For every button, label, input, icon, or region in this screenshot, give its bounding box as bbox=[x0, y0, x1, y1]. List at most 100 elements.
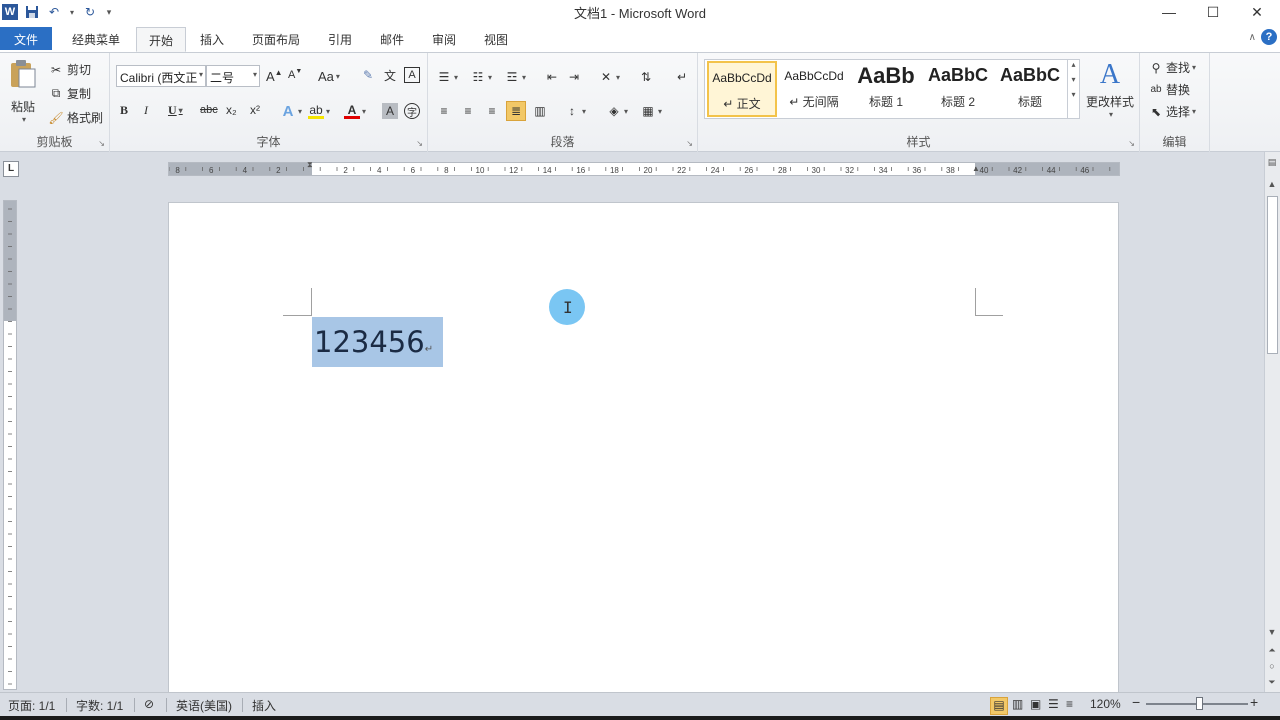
paste-dropdown-icon[interactable]: ▾ bbox=[22, 115, 26, 124]
character-border-button[interactable]: A bbox=[404, 67, 420, 83]
tab-classic-menu[interactable]: 经典菜单 bbox=[60, 27, 132, 52]
style-title[interactable]: AaBbC 标题 bbox=[995, 61, 1065, 117]
zoom-in-button[interactable]: + bbox=[1250, 694, 1258, 712]
gallery-more-icon[interactable]: ▾ bbox=[1068, 90, 1079, 99]
style-heading-1[interactable]: AaBb 标题 1 bbox=[851, 61, 921, 117]
document-page[interactable] bbox=[168, 202, 1119, 702]
clipboard-launcher-icon[interactable]: ↘ bbox=[98, 139, 105, 148]
tab-mailings[interactable]: 邮件 bbox=[368, 27, 416, 52]
draft-icon[interactable]: ≡ bbox=[1066, 697, 1073, 715]
zoom-out-button[interactable]: − bbox=[1132, 694, 1140, 712]
minimize-icon[interactable]: — bbox=[1146, 0, 1192, 24]
previous-page-icon[interactable]: ⏶ bbox=[1264, 642, 1280, 658]
tab-file[interactable]: 文件 bbox=[0, 27, 53, 50]
outline-icon[interactable]: ☰ bbox=[1048, 697, 1059, 715]
subscript-button[interactable]: x₂ bbox=[226, 103, 237, 117]
character-shading-button[interactable]: A bbox=[382, 103, 398, 119]
format-painter-button[interactable]: 🖌 格式刷 bbox=[48, 109, 103, 126]
numbering-button[interactable]: ☷ ▾ bbox=[470, 69, 492, 85]
bullets-button[interactable]: ☰ ▾ bbox=[436, 69, 458, 85]
multilevel-list-button[interactable]: ☲ ▾ bbox=[504, 69, 526, 85]
tab-references[interactable]: 引用 bbox=[316, 27, 364, 52]
bold-button[interactable]: B bbox=[120, 103, 128, 118]
copy-button[interactable]: ⧉ 复制 bbox=[48, 85, 91, 102]
language[interactable]: 英语(美国) bbox=[176, 697, 232, 715]
page-count[interactable]: 页面: 1/1 bbox=[8, 697, 55, 715]
style-normal[interactable]: AaBbCcDd ↵ 正文 bbox=[707, 61, 777, 117]
style-heading-2[interactable]: AaBbC 标题 2 bbox=[923, 61, 993, 117]
chevron-down-icon[interactable]: ▾ bbox=[253, 70, 257, 79]
change-styles-button[interactable]: A 更改样式 ▾ bbox=[1084, 59, 1136, 119]
reading-layout-icon[interactable]: ▥ bbox=[1012, 697, 1023, 715]
select-button[interactable]: ⬉ 选择 ▾ bbox=[1148, 103, 1196, 120]
sort-button[interactable]: ⇅ bbox=[638, 69, 654, 85]
indent-marker-icon[interactable]: ⧗ bbox=[307, 160, 313, 170]
justify-button[interactable]: ≣ bbox=[506, 101, 526, 121]
print-layout-icon[interactable]: ▤ bbox=[990, 697, 1008, 715]
font-size-combo[interactable]: 二号 ▾ bbox=[206, 65, 260, 87]
line-spacing-button[interactable]: ↕ ▾ bbox=[564, 103, 586, 119]
highlight-button[interactable]: ab ▾ bbox=[308, 103, 330, 119]
distributed-button[interactable]: ▥ bbox=[532, 103, 548, 119]
right-indent-marker-icon[interactable]: ▲ bbox=[972, 164, 980, 173]
chinese-layout-button[interactable]: ✕ ▾ bbox=[598, 69, 620, 85]
superscript-button[interactable]: x² bbox=[250, 103, 260, 117]
help-icon[interactable]: ? bbox=[1261, 29, 1277, 45]
font-color-button[interactable]: A ▾ bbox=[344, 103, 366, 119]
close-icon[interactable]: ✕ bbox=[1234, 0, 1280, 24]
chevron-down-icon[interactable]: ▾ bbox=[199, 70, 203, 79]
font-launcher-icon[interactable]: ↘ bbox=[416, 139, 423, 148]
enclose-characters-button[interactable]: 字 bbox=[404, 103, 420, 119]
shading-button[interactable]: ◈ ▾ bbox=[606, 103, 628, 119]
borders-button[interactable]: ▦ ▾ bbox=[640, 103, 662, 119]
align-left-button[interactable]: ≡ bbox=[436, 103, 452, 119]
italic-button[interactable]: I bbox=[144, 103, 148, 118]
chevron-up-icon[interactable]: ▴ bbox=[1068, 60, 1079, 69]
paragraph-launcher-icon[interactable]: ↘ bbox=[686, 139, 693, 148]
scroll-up-icon[interactable]: ▲ bbox=[1264, 176, 1280, 192]
clear-format-button[interactable]: ✎ bbox=[360, 67, 376, 83]
tab-page-layout[interactable]: 页面布局 bbox=[240, 27, 312, 52]
tab-home[interactable]: 开始 bbox=[136, 27, 187, 52]
change-case-button[interactable]: Aa ▾ bbox=[318, 69, 340, 84]
document-text-selection[interactable]: 123456↵ bbox=[312, 317, 444, 367]
zoom-slider-thumb[interactable] bbox=[1196, 697, 1203, 710]
scroll-thumb[interactable] bbox=[1267, 196, 1278, 354]
shrink-font-button[interactable]: A ▼ bbox=[288, 68, 302, 82]
horizontal-ruler[interactable]: 8 6 4 2 2 4 6 8 10 12 14 16 18 20 22 24 26 28 30 32 34 36 38 40… bbox=[168, 160, 1120, 176]
strikethrough-button[interactable]: abc bbox=[200, 104, 218, 116]
font-name-combo[interactable]: Calibri (西文正 ▾ bbox=[116, 65, 206, 87]
vertical-ruler[interactable] bbox=[3, 200, 17, 690]
chevron-down-icon[interactable]: ▾ bbox=[1068, 75, 1079, 84]
underline-button[interactable]: U ▾ bbox=[168, 103, 183, 118]
phonetic-guide-button[interactable]: 文 bbox=[382, 67, 398, 83]
minimize-ribbon-icon[interactable]: ∧ bbox=[1249, 32, 1256, 43]
gallery-scroll[interactable]: ▴ ▾ ▾ bbox=[1067, 60, 1079, 118]
replace-button[interactable]: ab 替换 bbox=[1148, 81, 1190, 98]
styles-launcher-icon[interactable]: ↘ bbox=[1128, 139, 1135, 148]
text-effects-button[interactable]: A ▾ bbox=[280, 103, 302, 120]
insert-mode[interactable]: 插入 bbox=[252, 697, 276, 715]
style-no-spacing[interactable]: AaBbCcDd ↵ 无间隔 bbox=[779, 61, 849, 117]
document-text[interactable]: 123456 bbox=[314, 325, 425, 359]
view-ruler-icon[interactable]: ▤ bbox=[1264, 154, 1280, 170]
next-page-icon[interactable]: ⏷ bbox=[1264, 674, 1280, 690]
browse-object-icon[interactable]: ○ bbox=[1264, 658, 1280, 674]
tab-view[interactable]: 视图 bbox=[472, 27, 520, 52]
web-layout-icon[interactable]: ▣ bbox=[1030, 697, 1041, 715]
align-right-button[interactable]: ≡ bbox=[484, 103, 500, 119]
align-center-button[interactable]: ≡ bbox=[460, 103, 476, 119]
word-count[interactable]: 字数: 1/1 bbox=[76, 697, 123, 715]
grow-font-button[interactable]: A ▲ bbox=[266, 68, 283, 84]
paste-button[interactable]: 粘贴 ▾ bbox=[6, 59, 40, 124]
tab-insert[interactable]: 插入 bbox=[188, 27, 236, 52]
decrease-indent-button[interactable]: ⇤ bbox=[544, 69, 560, 85]
show-marks-button[interactable]: ↵ bbox=[674, 69, 690, 85]
maximize-icon[interactable]: ☐ bbox=[1190, 0, 1236, 24]
scroll-down-icon[interactable]: ▼ bbox=[1264, 624, 1280, 640]
proofing-icon[interactable]: ⊘ bbox=[144, 697, 154, 715]
find-button[interactable]: ⚲ 查找 ▾ bbox=[1148, 59, 1196, 76]
zoom-level[interactable]: 120% bbox=[1090, 697, 1121, 715]
tab-selector[interactable]: L bbox=[3, 161, 19, 177]
tab-review[interactable]: 审阅 bbox=[420, 27, 468, 52]
